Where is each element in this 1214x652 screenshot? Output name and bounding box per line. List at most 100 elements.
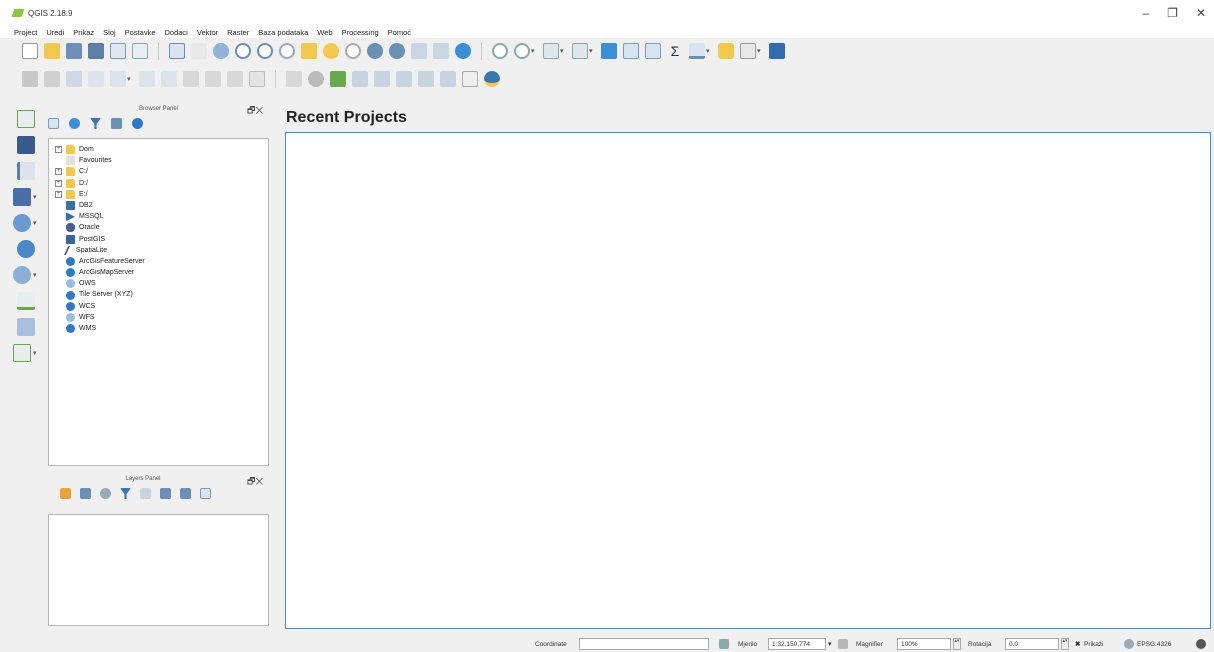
add-vector-layer-icon[interactable] xyxy=(17,110,35,128)
add-virtual-layer-icon[interactable] xyxy=(17,318,35,336)
chevron-down-icon[interactable]: ▾ xyxy=(560,47,566,55)
style-panel-icon[interactable] xyxy=(60,488,71,499)
change-label-icon[interactable] xyxy=(418,71,434,87)
menu-processing[interactable]: Processing xyxy=(342,28,379,37)
add-wms-layer-icon[interactable] xyxy=(13,214,31,232)
menu-uredi[interactable]: Uredi xyxy=(46,28,64,37)
delete-selected-icon[interactable] xyxy=(161,71,177,87)
tree-item-oracle[interactable]: Oracle xyxy=(55,222,145,233)
rotation-input[interactable]: 0.0 xyxy=(1005,638,1059,650)
rotation-spinner[interactable]: ▴▾ xyxy=(1061,638,1069,650)
tree-item-tile-server-xyz[interactable]: Tile Server (XYZ) xyxy=(55,289,145,300)
add-selected-layers-icon[interactable] xyxy=(48,118,59,129)
crs-label[interactable]: EPSG:4326 xyxy=(1137,641,1171,648)
composer-manager-icon[interactable] xyxy=(132,43,148,59)
render-checkbox-icon[interactable]: ✖ xyxy=(1075,640,1080,648)
select-features-icon[interactable] xyxy=(543,43,559,59)
collapse-all-icon[interactable] xyxy=(111,118,122,129)
tree-item-mssql[interactable]: MSSQL xyxy=(55,211,145,222)
add-delimited-text-layer-icon[interactable] xyxy=(17,292,35,310)
show-hide-labels-icon[interactable] xyxy=(440,71,456,87)
menu-project[interactable]: Project xyxy=(14,28,37,37)
zoom-last-icon[interactable] xyxy=(367,43,383,59)
toggle-editing-icon[interactable] xyxy=(44,71,60,87)
python-console-icon[interactable] xyxy=(484,71,500,87)
chevron-down-icon[interactable]: ▾ xyxy=(706,47,712,55)
zoom-layer-icon[interactable] xyxy=(345,43,361,59)
chevron-down-icon[interactable]: ▾ xyxy=(531,47,537,55)
close-panel-button[interactable]: ✕ xyxy=(255,476,263,486)
chevron-down-icon[interactable]: ▾ xyxy=(757,47,763,55)
label-pin-icon[interactable] xyxy=(308,71,324,87)
zoom-native-icon[interactable] xyxy=(279,43,295,59)
expand-icon[interactable]: + xyxy=(55,168,62,176)
visibility-icon[interactable] xyxy=(100,488,111,499)
browser-tree[interactable]: + Dom Favourites + C:/ + D:/ + E:/ DB2 MSSQL… xyxy=(48,138,269,466)
messages-icon[interactable] xyxy=(1196,639,1206,649)
minimize-button[interactable]: – xyxy=(1142,6,1149,20)
menu-sloj[interactable]: Sloj xyxy=(103,28,116,37)
lock-icon[interactable] xyxy=(838,639,848,649)
close-button[interactable]: ✕ xyxy=(1196,6,1206,20)
metasearch-icon[interactable] xyxy=(462,71,478,87)
menu-vektor[interactable]: Vektor xyxy=(197,28,218,37)
map-tips-icon[interactable] xyxy=(718,43,734,59)
collapse-all-icon[interactable] xyxy=(180,488,191,499)
deselect-all-icon[interactable] xyxy=(601,43,617,59)
statistics-sigma-icon[interactable]: Σ xyxy=(667,43,683,59)
text-annotation-icon[interactable] xyxy=(740,43,756,59)
undo-icon[interactable] xyxy=(249,71,265,87)
run-action-icon[interactable] xyxy=(514,43,530,59)
menu-dodaci[interactable]: Dodaci xyxy=(165,28,188,37)
tree-item-dom[interactable]: + Dom xyxy=(55,144,145,155)
tree-item-arcgis-map-server[interactable]: ArcGisMapServer xyxy=(55,267,145,278)
menu-prikaz[interactable]: Prikaz xyxy=(73,28,94,37)
label-toolbar-icon[interactable] xyxy=(286,71,302,87)
move-label-icon[interactable] xyxy=(374,71,390,87)
tree-item-db2[interactable]: DB2 xyxy=(55,200,145,211)
paste-features-icon[interactable] xyxy=(227,71,243,87)
tree-item-favourites[interactable]: Favourites xyxy=(55,155,145,166)
extents-toggle-icon[interactable] xyxy=(719,639,729,649)
save-project-icon[interactable] xyxy=(66,43,82,59)
tree-item-spatialite[interactable]: SpatiaLite xyxy=(55,245,145,256)
layers-tree[interactable] xyxy=(48,514,269,626)
expand-icon[interactable]: + xyxy=(55,146,62,154)
open-project-icon[interactable] xyxy=(44,43,60,59)
copy-features-icon[interactable] xyxy=(205,71,221,87)
info-icon[interactable] xyxy=(132,118,143,129)
menu-pomoc[interactable]: Pomoć xyxy=(388,28,411,37)
measure-icon[interactable] xyxy=(689,43,705,59)
node-tool-icon[interactable] xyxy=(139,71,155,87)
zoom-in-icon[interactable] xyxy=(235,43,251,59)
print-composer-icon[interactable] xyxy=(110,43,126,59)
add-wfs-layer-icon[interactable] xyxy=(13,266,31,284)
move-feature-icon[interactable] xyxy=(110,71,126,87)
help-icon[interactable] xyxy=(769,43,785,59)
tree-item-ows[interactable]: OWS xyxy=(55,278,145,289)
add-wcs-layer-icon[interactable] xyxy=(17,240,35,258)
attribute-table-icon[interactable] xyxy=(623,43,639,59)
menu-postavke[interactable]: Postavke xyxy=(125,28,156,37)
cut-features-icon[interactable] xyxy=(183,71,199,87)
chevron-down-icon[interactable]: ▾ xyxy=(828,640,832,648)
tree-item-arcgis-feature-server[interactable]: ArcGisFeatureServer xyxy=(55,256,145,267)
chevron-down-icon[interactable]: ▾ xyxy=(127,75,133,83)
rotate-label-icon[interactable] xyxy=(396,71,412,87)
tree-item-d-drive[interactable]: + D:/ xyxy=(55,178,145,189)
chevron-down-icon[interactable]: ▾ xyxy=(589,47,595,55)
filter-legend-icon[interactable] xyxy=(120,488,131,499)
highlight-pinned-labels-icon[interactable] xyxy=(352,71,368,87)
tree-item-c-drive[interactable]: + C:/ xyxy=(55,166,145,177)
remove-layer-icon[interactable] xyxy=(200,488,211,499)
magnifier-spinner[interactable]: ▴▾ xyxy=(953,638,961,650)
zoom-full-icon[interactable] xyxy=(301,43,317,59)
add-postgis-layer-icon[interactable] xyxy=(13,188,31,206)
pan-to-selection-icon[interactable] xyxy=(213,43,229,59)
new-project-icon[interactable] xyxy=(22,43,38,59)
filter-expression-icon[interactable] xyxy=(140,488,151,499)
close-panel-button[interactable]: ✕ xyxy=(255,105,263,115)
chevron-down-icon[interactable]: ▾ xyxy=(33,271,39,279)
expand-all-icon[interactable] xyxy=(160,488,171,499)
tree-item-wcs[interactable]: WCS xyxy=(55,301,145,312)
